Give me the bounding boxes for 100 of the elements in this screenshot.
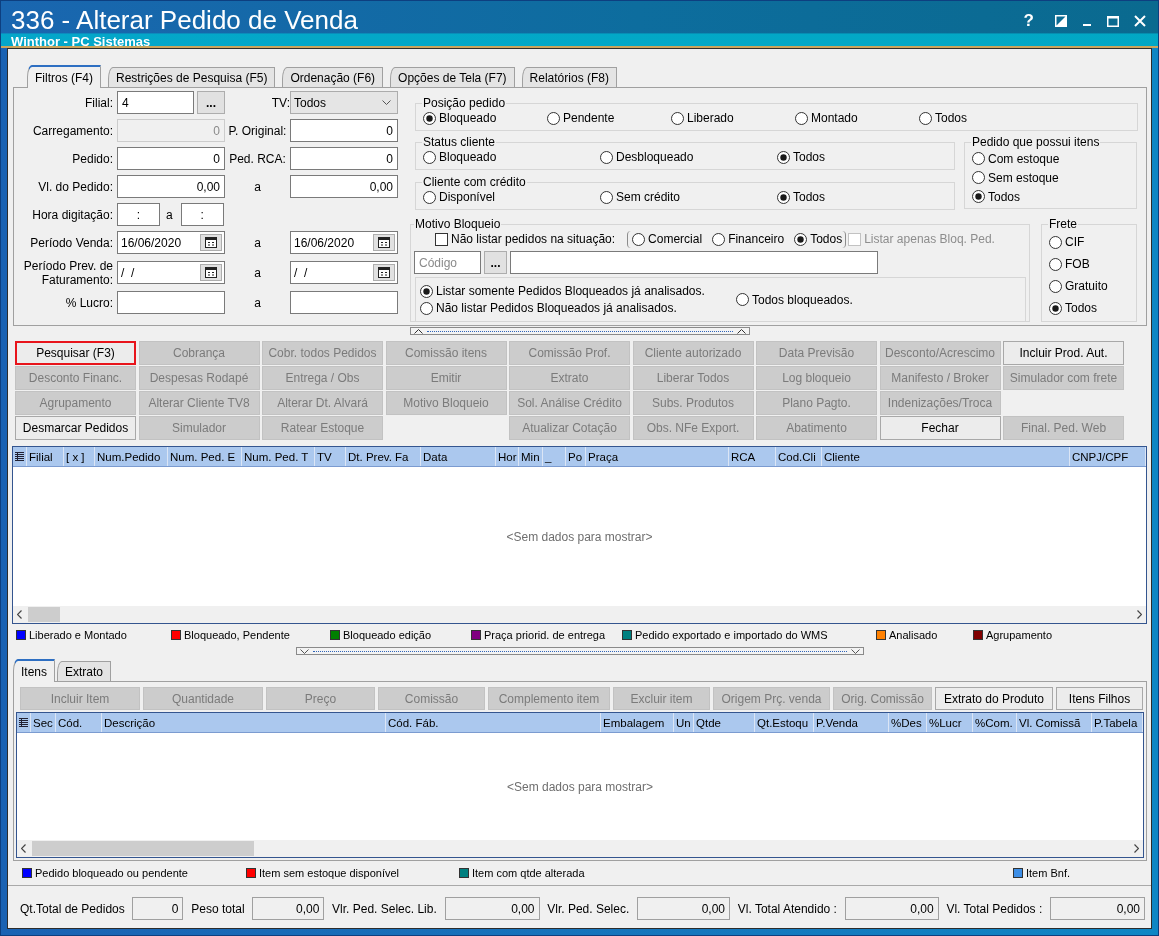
tab[interactable]: Ordenação (F6)	[282, 67, 384, 87]
calendar-button[interactable]	[373, 264, 395, 281]
column-header[interactable]: Cód.	[56, 713, 102, 732]
action-button[interactable]: Desmarcar Pedidos	[15, 416, 136, 440]
radio-icon[interactable]	[420, 301, 433, 315]
calendar-button[interactable]	[373, 234, 395, 251]
input-field[interactable]: :	[180, 203, 224, 226]
column-header[interactable]: Min	[519, 447, 543, 466]
tab[interactable]: Itens	[13, 659, 55, 682]
radio-icon[interactable]	[972, 190, 985, 203]
scrollbar-thumb[interactable]	[32, 841, 254, 856]
column-header[interactable]: Num. Ped. T	[242, 447, 315, 466]
item-action-button[interactable]: Extrato do Produto	[935, 687, 1053, 710]
radio-icon[interactable]	[1049, 279, 1062, 293]
chevron-left-icon[interactable]	[21, 844, 26, 853]
chevron-left-icon[interactable]	[17, 610, 22, 619]
chevron-right-icon[interactable]	[1134, 844, 1139, 853]
column-header[interactable]: TV	[315, 447, 346, 466]
radio-option[interactable]: Listar somente Pedidos Bloqueados já analisados.	[420, 284, 705, 298]
column-header[interactable]: Qtde	[694, 713, 755, 732]
column-header[interactable]: Num.Pedido	[95, 447, 168, 466]
radio-icon[interactable]	[1049, 235, 1062, 249]
horizontal-scrollbar[interactable]	[17, 840, 1143, 857]
input-field[interactable]: 0	[290, 147, 398, 170]
radio-option[interactable]: Com estoque	[972, 151, 1060, 166]
column-header[interactable]: Cod.Cli	[776, 447, 822, 466]
radio-option[interactable]: FOB	[1049, 257, 1090, 271]
radio-option[interactable]: Todos	[794, 232, 843, 246]
input-field[interactable]	[117, 291, 225, 314]
radio-option[interactable]: Todos bloqueados.	[736, 292, 853, 307]
radio-option[interactable]: CIF	[1049, 235, 1085, 249]
checkbox-icon[interactable]	[435, 232, 448, 246]
scrollbar-thumb[interactable]	[28, 607, 60, 622]
column-header[interactable]: Qt.Estoqu	[755, 713, 814, 732]
radio-icon[interactable]	[712, 232, 726, 246]
column-header[interactable]: Un	[674, 713, 694, 732]
maximize-icon[interactable]	[1107, 15, 1119, 27]
close-icon[interactable]	[1134, 15, 1146, 27]
input-field[interactable]: 0	[117, 147, 225, 170]
radio-option[interactable]: Pendente	[547, 111, 615, 125]
input-field[interactable]: :	[117, 203, 160, 226]
horizontal-scrollbar[interactable]	[13, 606, 1146, 623]
splitter-handle[interactable]	[296, 647, 864, 655]
radio-option[interactable]: Todos	[972, 189, 1021, 204]
column-header[interactable]: Po	[566, 447, 586, 466]
item-action-button[interactable]: Itens Filhos	[1056, 687, 1143, 710]
column-header[interactable]: Sec	[31, 713, 56, 732]
radio-icon[interactable]	[1049, 301, 1062, 315]
radio-option[interactable]: Comercial	[632, 232, 703, 246]
radio-icon[interactable]	[600, 190, 613, 204]
tab[interactable]: Extrato	[57, 661, 112, 681]
description-field[interactable]	[510, 251, 878, 274]
input-field[interactable]	[290, 291, 398, 314]
radio-option[interactable]: Bloqueado	[423, 111, 497, 125]
radio-option[interactable]: Liberado	[671, 111, 734, 125]
radio-option[interactable]: Disponível	[423, 190, 496, 204]
action-button[interactable]: Fechar	[879, 416, 1001, 440]
column-chooser-icon[interactable]	[15, 452, 24, 461]
date-field[interactable]: / /	[117, 261, 225, 284]
radio-option[interactable]: Financeiro	[712, 232, 785, 246]
radio-icon[interactable]	[1049, 257, 1062, 271]
radio-option[interactable]: Bloqueado	[423, 150, 497, 164]
chevron-right-icon[interactable]	[1137, 610, 1142, 619]
radio-icon[interactable]	[420, 284, 433, 298]
column-header[interactable]: Num. Ped. E	[168, 447, 242, 466]
checkbox-option[interactable]: Não listar pedidos na situação:	[435, 232, 616, 246]
action-button[interactable]: Pesquisar (F3)	[15, 341, 136, 365]
column-header[interactable]: %Des	[889, 713, 927, 732]
splitter-handle[interactable]	[410, 327, 750, 335]
help-button[interactable]: ?	[1021, 12, 1036, 30]
radio-option[interactable]: Todos	[777, 150, 826, 164]
column-header[interactable]: %Lucr	[927, 713, 973, 732]
input-field[interactable]: 0,00	[117, 175, 225, 198]
radio-icon[interactable]	[795, 111, 808, 125]
input-field[interactable]: 4	[117, 91, 194, 114]
radio-icon[interactable]	[632, 232, 646, 246]
column-chooser-icon[interactable]	[19, 718, 28, 727]
tab[interactable]: Restrições de Pesquisa (F5)	[108, 67, 276, 87]
radio-icon[interactable]	[972, 171, 985, 184]
radio-icon[interactable]	[423, 150, 436, 164]
column-header[interactable]: Cliente	[822, 447, 1070, 466]
column-header[interactable]: P.Venda	[814, 713, 889, 732]
input-field[interactable]: 0	[290, 119, 398, 142]
column-header[interactable]: CNPJ/CPF	[1070, 447, 1146, 466]
radio-option[interactable]: Desbloqueado	[600, 150, 694, 164]
radio-icon[interactable]	[919, 111, 932, 125]
radio-icon[interactable]	[423, 190, 436, 204]
radio-icon[interactable]	[794, 232, 808, 246]
radio-option[interactable]: Sem crédito	[600, 190, 681, 204]
radio-option[interactable]: Todos	[919, 111, 968, 125]
column-header[interactable]: Filial	[27, 447, 64, 466]
tab[interactable]: Relatórios (F8)	[521, 67, 617, 87]
radio-option[interactable]: Não listar Pedidos Bloqueados já analisados.	[420, 301, 677, 315]
lookup-button[interactable]: ...	[197, 91, 225, 114]
date-field[interactable]: 16/06/2020	[290, 231, 398, 254]
radio-icon[interactable]	[600, 150, 613, 164]
radio-icon[interactable]	[671, 111, 684, 125]
column-header[interactable]: %Com.	[973, 713, 1017, 732]
calendar-button[interactable]	[200, 264, 222, 281]
dropdown-select[interactable]: Todos	[290, 91, 398, 114]
